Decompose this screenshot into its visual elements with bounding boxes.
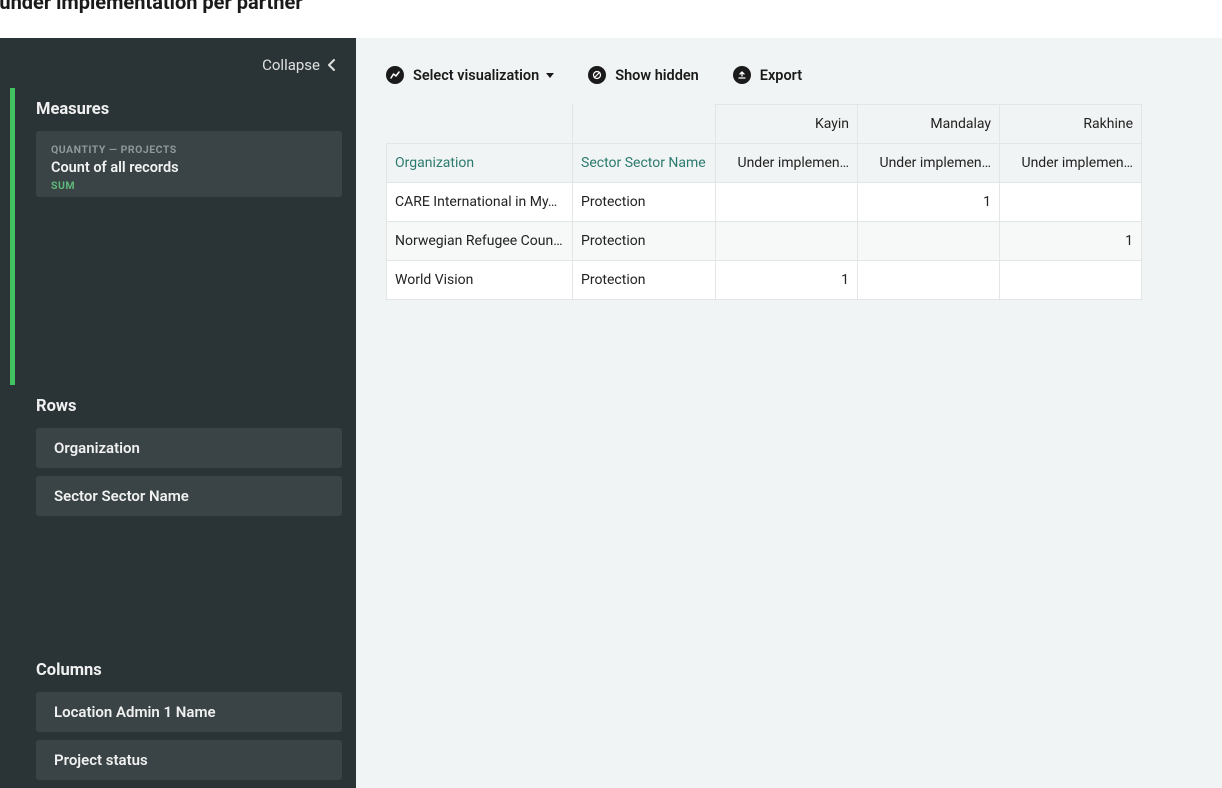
cell-sector[interactable]: Protection — [573, 183, 716, 222]
measure-meta: QUANTITY — PROJECTS — [51, 143, 327, 156]
column-field-location[interactable]: Location Admin 1 Name — [36, 692, 342, 732]
select-visualization-label: Select visualization — [413, 67, 539, 84]
column-field-status[interactable]: Project status — [36, 740, 342, 780]
header-sector[interactable]: Sector Sector Name — [573, 144, 716, 183]
cell-value[interactable]: 1 — [858, 183, 1000, 222]
cell-sector[interactable]: Protection — [573, 261, 716, 300]
header-value-kayin[interactable]: Under implemen… — [716, 144, 858, 183]
cell-value[interactable]: 1 — [716, 261, 858, 300]
cell-org[interactable]: CARE International in My… — [387, 183, 573, 222]
measure-card[interactable]: QUANTITY — PROJECTS Count of all records… — [36, 131, 342, 197]
cell-value[interactable] — [858, 261, 1000, 300]
show-hidden-label: Show hidden — [615, 67, 699, 84]
measure-sub: SUM — [51, 179, 327, 192]
header-organization[interactable]: Organization — [387, 144, 573, 183]
header-value-rakhine[interactable]: Under implemen… — [1000, 144, 1142, 183]
content-area: Select visualization Show hidden Export — [356, 38, 1222, 788]
collapse-button[interactable]: Collapse — [0, 48, 356, 88]
table-row: Norwegian Refugee Coun… Protection 1 — [387, 222, 1142, 261]
col-group-mandalay[interactable]: Mandalay — [858, 105, 1000, 144]
measures-title: Measures — [16, 88, 356, 131]
chart-icon — [386, 66, 404, 84]
caret-down-icon — [546, 73, 554, 78]
export-icon — [733, 66, 751, 84]
row-field-sector[interactable]: Sector Sector Name — [36, 476, 342, 516]
pivot-table: Kayin Mandalay Rakhine Organization Sect… — [386, 104, 1142, 300]
cell-value[interactable] — [716, 183, 858, 222]
hidden-icon — [588, 66, 606, 84]
show-hidden-button[interactable]: Show hidden — [588, 66, 699, 84]
measures-section: Measures QUANTITY — PROJECTS Count of al… — [0, 88, 356, 385]
row-field-organization[interactable]: Organization — [36, 428, 342, 468]
table-row: CARE International in My… Protection 1 — [387, 183, 1142, 222]
header-spacer — [387, 105, 573, 144]
collapse-label: Collapse — [262, 56, 320, 74]
cell-org[interactable]: Norwegian Refugee Coun… — [387, 222, 573, 261]
col-group-kayin[interactable]: Kayin — [716, 105, 858, 144]
cell-value[interactable] — [1000, 261, 1142, 300]
export-button[interactable]: Export — [733, 66, 802, 84]
cell-value[interactable] — [716, 222, 858, 261]
cell-value[interactable] — [1000, 183, 1142, 222]
page-title: Project under implementation per partner — [0, 0, 303, 14]
columns-section: Columns Location Admin 1 Name Project st… — [0, 649, 356, 788]
chevron-left-icon — [326, 59, 338, 71]
select-visualization-button[interactable]: Select visualization — [386, 66, 554, 84]
table-row: World Vision Protection 1 — [387, 261, 1142, 300]
cell-value[interactable]: 1 — [1000, 222, 1142, 261]
header-value-mandalay[interactable]: Under implemen… — [858, 144, 1000, 183]
section-accent — [10, 88, 15, 385]
cell-org[interactable]: World Vision — [387, 261, 573, 300]
col-group-rakhine[interactable]: Rakhine — [1000, 105, 1142, 144]
cell-value[interactable] — [858, 222, 1000, 261]
columns-title: Columns — [0, 649, 356, 692]
header-spacer — [573, 105, 716, 144]
config-sidebar: Collapse Measures QUANTITY — PROJECTS Co… — [0, 38, 356, 788]
rows-section: Rows Organization Sector Sector Name — [0, 385, 356, 649]
measure-main: Count of all records — [51, 159, 327, 176]
export-label: Export — [760, 67, 802, 84]
toolbar: Select visualization Show hidden Export — [386, 66, 1222, 84]
cell-sector[interactable]: Protection — [573, 222, 716, 261]
rows-title: Rows — [0, 385, 356, 428]
pivot-table-wrap: Kayin Mandalay Rakhine Organization Sect… — [386, 104, 1152, 300]
